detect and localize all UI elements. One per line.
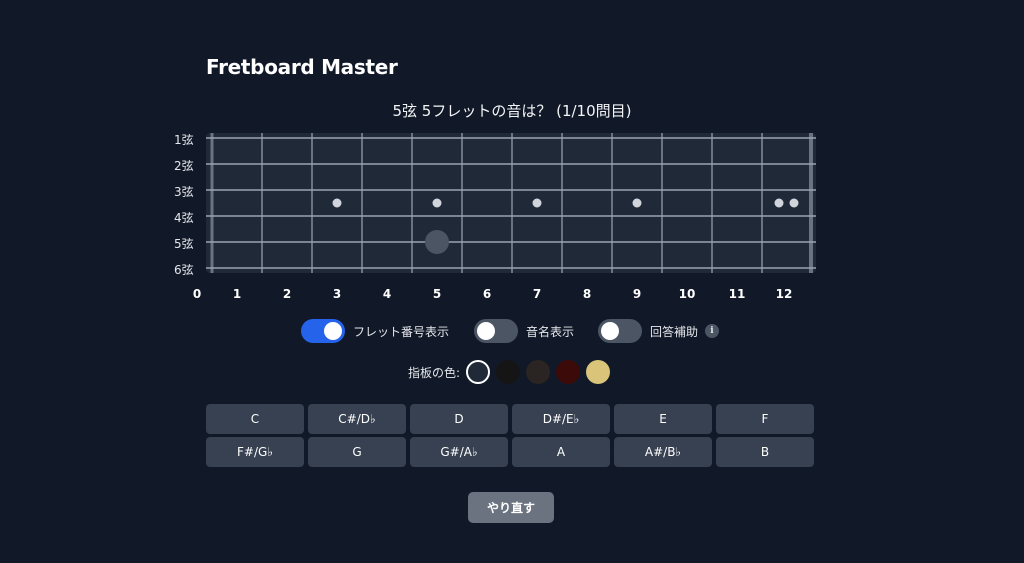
fret-number: 1 [232, 287, 242, 301]
inlay-dot [632, 198, 642, 208]
fret-number: 10 [678, 287, 696, 301]
string-label: 2弦 [174, 159, 194, 173]
answer-assist-toggle-group: 回答補助 i [598, 319, 720, 343]
color-swatch-dark-slate[interactable] [466, 360, 491, 384]
fret-number: 8 [582, 287, 592, 301]
string-label: 5弦 [174, 237, 194, 251]
fret-number: 4 [382, 287, 392, 301]
note-answer-grid: C C#/D♭ D D#/E♭ E F F#/G♭ G G#/A♭ A A#/B♭ B [206, 404, 816, 467]
fret-number: 0 [192, 287, 202, 301]
answer-assist-toggle-label: 回答補助 [650, 324, 699, 339]
target-note-marker [425, 230, 449, 254]
fret-numbers: 0 1 2 3 4 5 6 7 8 9 10 11 12 [0, 287, 1024, 303]
fret-number: 5 [432, 287, 442, 301]
note-name-toggle-group: 音名表示 [474, 319, 574, 343]
note-button[interactable]: C#/D♭ [308, 404, 406, 434]
fret-number: 2 [282, 287, 292, 301]
note-name-toggle-label: 音名表示 [526, 324, 575, 339]
board-color-picker: 指板の色: [408, 360, 616, 384]
color-swatch-dark-brown[interactable] [526, 360, 551, 384]
fret-number: 3 [332, 287, 342, 301]
color-swatch-maple[interactable] [586, 360, 611, 384]
note-button[interactable]: D#/E♭ [512, 404, 610, 434]
color-swatches [466, 360, 616, 384]
answer-assist-toggle[interactable] [598, 319, 642, 343]
question-text: 5弦 5フレットの音は？ (1/10問目) [392, 102, 632, 120]
color-swatch-maroon[interactable] [556, 360, 581, 384]
fret-number-toggle[interactable] [301, 319, 345, 343]
note-button[interactable]: F [716, 404, 814, 434]
inlay-dot [774, 198, 784, 208]
inlay-dot [532, 198, 542, 208]
note-button[interactable]: D [410, 404, 508, 434]
inlay-dot [789, 198, 799, 208]
retry-button[interactable]: やり直す [468, 492, 554, 523]
fret-number-toggle-label: フレット番号表示 [353, 324, 450, 339]
fretboard[interactable] [206, 133, 816, 273]
note-button[interactable]: A#/B♭ [614, 437, 712, 467]
fret-number: 6 [482, 287, 492, 301]
note-button[interactable]: G [308, 437, 406, 467]
toggle-knob [601, 322, 619, 340]
inlay-dot [332, 198, 342, 208]
toggle-knob [477, 322, 495, 340]
note-button[interactable]: E [614, 404, 712, 434]
note-button[interactable]: C [206, 404, 304, 434]
fret-number: 11 [728, 287, 746, 301]
inlay-dot [432, 198, 442, 208]
string-label: 3弦 [174, 185, 194, 199]
string-label: 6弦 [174, 263, 194, 277]
note-button[interactable]: G#/A♭ [410, 437, 508, 467]
color-swatch-black[interactable] [496, 360, 521, 384]
fret-number: 7 [532, 287, 542, 301]
fret-number: 12 [775, 287, 793, 301]
note-button[interactable]: B [716, 437, 814, 467]
board-color-label: 指板の色: [408, 365, 461, 380]
fret-number: 9 [632, 287, 642, 301]
note-button[interactable]: F#/G♭ [206, 437, 304, 467]
display-toggles: フレット番号表示 音名表示 回答補助 i [0, 319, 1024, 345]
string-label: 4弦 [174, 211, 194, 225]
fret-number-toggle-group: フレット番号表示 [301, 319, 449, 343]
info-icon[interactable]: i [705, 324, 720, 338]
note-name-toggle[interactable] [474, 319, 518, 343]
app-title: Fretboard Master [206, 55, 398, 79]
string-label: 1弦 [174, 133, 194, 147]
toggle-knob [324, 322, 342, 340]
note-button[interactable]: A [512, 437, 610, 467]
